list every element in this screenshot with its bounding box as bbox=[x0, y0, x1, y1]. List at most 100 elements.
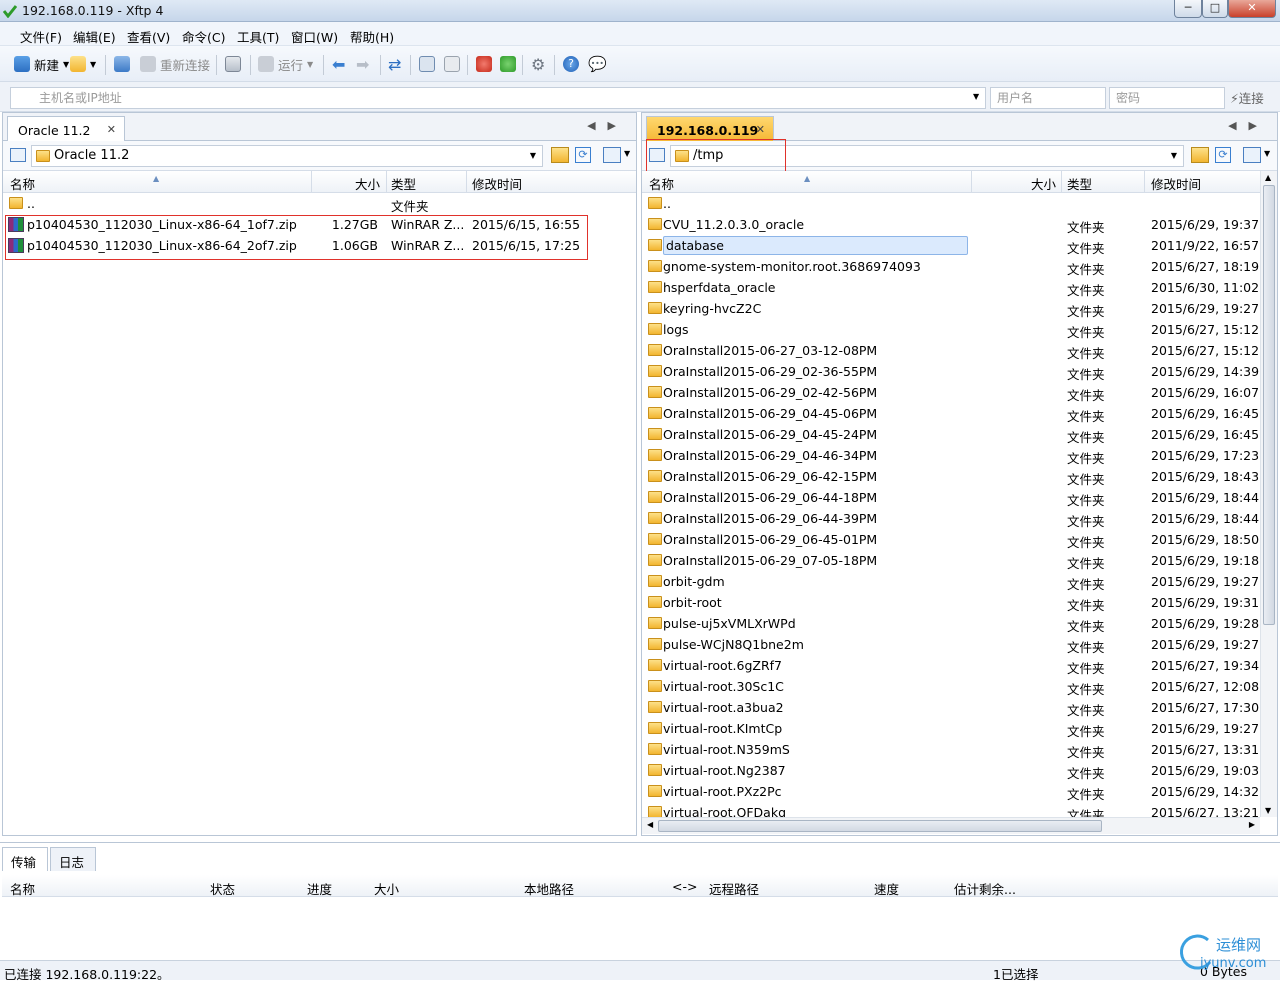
table-row[interactable]: CVU_11.2.0.3.0_oracle 文件夹 2015/6/29, 19:37 bbox=[642, 214, 1260, 235]
table-row[interactable]: OraInstall2015-06-29_02-36-55PM 文件夹 2015/6… bbox=[642, 361, 1260, 382]
table-row[interactable]: OraInstall2015-06-27_03-12-08PM 文件夹 2015/6… bbox=[642, 340, 1260, 361]
xshell-button[interactable] bbox=[476, 54, 492, 74]
col-size[interactable]: 大小 bbox=[1031, 174, 1056, 192]
tab-scroll-arrows[interactable]: ◀▶ bbox=[587, 119, 628, 132]
col-type[interactable]: 类型 bbox=[1067, 174, 1092, 192]
table-row[interactable]: orbit-root 文件夹 2015/6/29, 19:31 bbox=[642, 592, 1260, 613]
table-row[interactable]: gnome-system-monitor.root.3686974093 文件夹 2… bbox=[642, 256, 1260, 277]
menu-command[interactable]: 命令(C) bbox=[182, 27, 225, 46]
scroll-thumb[interactable] bbox=[1263, 185, 1275, 625]
menu-tools[interactable]: 工具(T) bbox=[237, 27, 279, 46]
table-row[interactable]: virtual-root.a3bua2 文件夹 2015/6/27, 17:30 bbox=[642, 697, 1260, 718]
new-button[interactable]: 新建 ▼ bbox=[14, 54, 69, 74]
host-dropdown-icon[interactable]: ▼ bbox=[973, 92, 979, 101]
table-row[interactable]: virtual-root.Ng2387 文件夹 2015/6/29, 19:03 bbox=[642, 760, 1260, 781]
refresh-icon[interactable]: ⟳ bbox=[1215, 147, 1231, 163]
forward-button[interactable]: ➡ bbox=[356, 54, 369, 74]
tab-log[interactable]: 日志 bbox=[50, 847, 96, 871]
minimize-button[interactable]: ─ bbox=[1174, 0, 1202, 18]
xftp-button[interactable] bbox=[500, 54, 516, 74]
parent-folder-icon[interactable] bbox=[1191, 147, 1209, 163]
open-folder-button[interactable]: ▼ bbox=[70, 54, 96, 74]
table-row[interactable]: OraInstall2015-06-29_07-05-18PM 文件夹 2015/6… bbox=[642, 550, 1260, 571]
table-row[interactable]: virtual-root.N359mS 文件夹 2015/6/27, 13:31 bbox=[642, 739, 1260, 760]
close-button[interactable]: ✕ bbox=[1228, 0, 1276, 18]
table-row[interactable]: OraInstall2015-06-29_06-45-01PM 文件夹 2015/6… bbox=[642, 529, 1260, 550]
table-row[interactable]: logs 文件夹 2015/6/27, 15:12 bbox=[642, 319, 1260, 340]
password-input[interactable]: 密码 bbox=[1109, 87, 1225, 109]
menu-help[interactable]: 帮助(H) bbox=[350, 27, 394, 46]
refresh-icon[interactable]: ⟳ bbox=[575, 147, 591, 163]
chevron-down-icon[interactable]: ▼ bbox=[624, 149, 630, 158]
host-input[interactable]: 主机名或IP地址 bbox=[10, 87, 986, 109]
table-row[interactable]: OraInstall2015-06-29_06-44-18PM 文件夹 2015/6… bbox=[642, 487, 1260, 508]
close-tab-icon[interactable]: ✕ bbox=[756, 123, 765, 136]
scroll-right-icon[interactable]: ▶ bbox=[1249, 820, 1255, 829]
run-button[interactable]: 运行 ▼ bbox=[258, 54, 313, 74]
tab-local[interactable]: Oracle 11.2 ✕ bbox=[7, 116, 125, 142]
table-row[interactable]: virtual-root.PXz2Pc 文件夹 2015/6/29, 14:32 bbox=[642, 781, 1260, 802]
copy-button[interactable] bbox=[419, 54, 435, 74]
col-name[interactable]: 名称 bbox=[10, 879, 35, 898]
col-type[interactable]: 类型 bbox=[391, 174, 416, 193]
col-status[interactable]: 状态 bbox=[210, 879, 235, 898]
table-row[interactable]: OraInstall2015-06-29_04-45-24PM 文件夹 2015/6… bbox=[642, 424, 1260, 445]
panel-toggle-icon[interactable] bbox=[10, 148, 26, 162]
settings-button[interactable]: ⚙ bbox=[531, 54, 545, 74]
table-row[interactable]: database 文件夹 2011/9/22, 16:57 bbox=[642, 235, 1260, 256]
table-row[interactable]: virtual-root.6gZRf7 文件夹 2015/6/27, 19:34 bbox=[642, 655, 1260, 676]
chat-button[interactable]: 💬 bbox=[588, 54, 607, 74]
col-modified[interactable]: 修改时间 bbox=[472, 174, 522, 193]
table-row[interactable]: OraInstall2015-06-29_04-45-06PM 文件夹 2015/6… bbox=[642, 403, 1260, 424]
table-row[interactable]: orbit-gdm 文件夹 2015/6/29, 19:27 bbox=[642, 571, 1260, 592]
parent-folder-icon[interactable] bbox=[551, 147, 569, 163]
col-name[interactable]: 名称 bbox=[649, 174, 674, 192]
help-button[interactable]: ? bbox=[563, 54, 579, 74]
sync-button[interactable]: ⇄ bbox=[388, 54, 401, 74]
remote-horizontal-scrollbar[interactable]: ◀ ▶ bbox=[642, 817, 1260, 834]
tab-scroll-arrows[interactable]: ◀▶ bbox=[1228, 119, 1269, 132]
paste-button[interactable] bbox=[444, 54, 460, 74]
scroll-thumb[interactable] bbox=[658, 820, 1102, 832]
col-remote-path[interactable]: 远程路径 bbox=[709, 879, 759, 898]
col-name[interactable]: 名称 bbox=[10, 174, 35, 193]
table-row[interactable]: virtual-root.KImtCp 文件夹 2015/6/29, 19:27 bbox=[642, 718, 1260, 739]
table-row[interactable]: .. 文件夹 bbox=[3, 193, 636, 214]
col-direction[interactable]: <-> bbox=[672, 879, 697, 894]
connect-link-button[interactable] bbox=[114, 54, 130, 74]
view-mode-icon[interactable] bbox=[603, 147, 621, 163]
table-row[interactable]: .. bbox=[642, 193, 1260, 214]
close-tab-icon[interactable]: ✕ bbox=[107, 123, 116, 136]
local-path-combo[interactable]: Oracle 11.2 ▼ bbox=[31, 145, 543, 167]
chevron-down-icon[interactable]: ▼ bbox=[1264, 149, 1270, 158]
menu-view[interactable]: 查看(V) bbox=[127, 27, 170, 46]
col-progress[interactable]: 进度 bbox=[307, 879, 332, 898]
col-size[interactable]: 大小 bbox=[374, 879, 399, 898]
col-speed[interactable]: 速度 bbox=[874, 879, 899, 898]
table-row[interactable]: keyring-hvcZ2C 文件夹 2015/6/29, 19:27 bbox=[642, 298, 1260, 319]
remote-vertical-scrollbar[interactable]: ▲ ▼ bbox=[1260, 171, 1277, 817]
table-row[interactable]: OraInstall2015-06-29_06-44-39PM 文件夹 2015/6… bbox=[642, 508, 1260, 529]
table-row[interactable]: virtual-root.30Sc1C 文件夹 2015/6/27, 12:08 bbox=[642, 676, 1260, 697]
reconnect-button[interactable]: 重新连接 bbox=[140, 54, 210, 74]
col-modified[interactable]: 修改时间 bbox=[1151, 174, 1201, 192]
scroll-left-icon[interactable]: ◀ bbox=[647, 820, 653, 829]
properties-button[interactable] bbox=[225, 54, 241, 74]
menu-file[interactable]: 文件(F) bbox=[20, 27, 62, 46]
table-row[interactable]: pulse-uj5xVMLXrWPd 文件夹 2015/6/29, 19:28 bbox=[642, 613, 1260, 634]
maximize-button[interactable]: □ bbox=[1202, 0, 1228, 18]
tab-transfer[interactable]: 传输 bbox=[2, 847, 48, 871]
scroll-up-icon[interactable]: ▲ bbox=[1265, 173, 1271, 182]
col-size[interactable]: 大小 bbox=[355, 174, 380, 193]
table-row[interactable]: pulse-WCjN8Q1bne2m 文件夹 2015/6/29, 19:27 bbox=[642, 634, 1260, 655]
scroll-down-icon[interactable]: ▼ bbox=[1265, 806, 1271, 815]
col-eta[interactable]: 估计剩余... bbox=[954, 879, 1016, 898]
menu-window[interactable]: 窗口(W) bbox=[291, 27, 338, 46]
table-row[interactable]: OraInstall2015-06-29_04-46-34PM 文件夹 2015/6… bbox=[642, 445, 1260, 466]
table-row[interactable]: hsperfdata_oracle 文件夹 2015/6/30, 11:02 bbox=[642, 277, 1260, 298]
connect-button[interactable]: ⚡连接 bbox=[1230, 88, 1264, 107]
table-row[interactable]: OraInstall2015-06-29_02-42-56PM 文件夹 2015/6… bbox=[642, 382, 1260, 403]
table-row[interactable]: OraInstall2015-06-29_06-42-15PM 文件夹 2015/6… bbox=[642, 466, 1260, 487]
back-button[interactable]: ⬅ bbox=[332, 54, 345, 74]
username-input[interactable]: 用户名 bbox=[990, 87, 1106, 109]
